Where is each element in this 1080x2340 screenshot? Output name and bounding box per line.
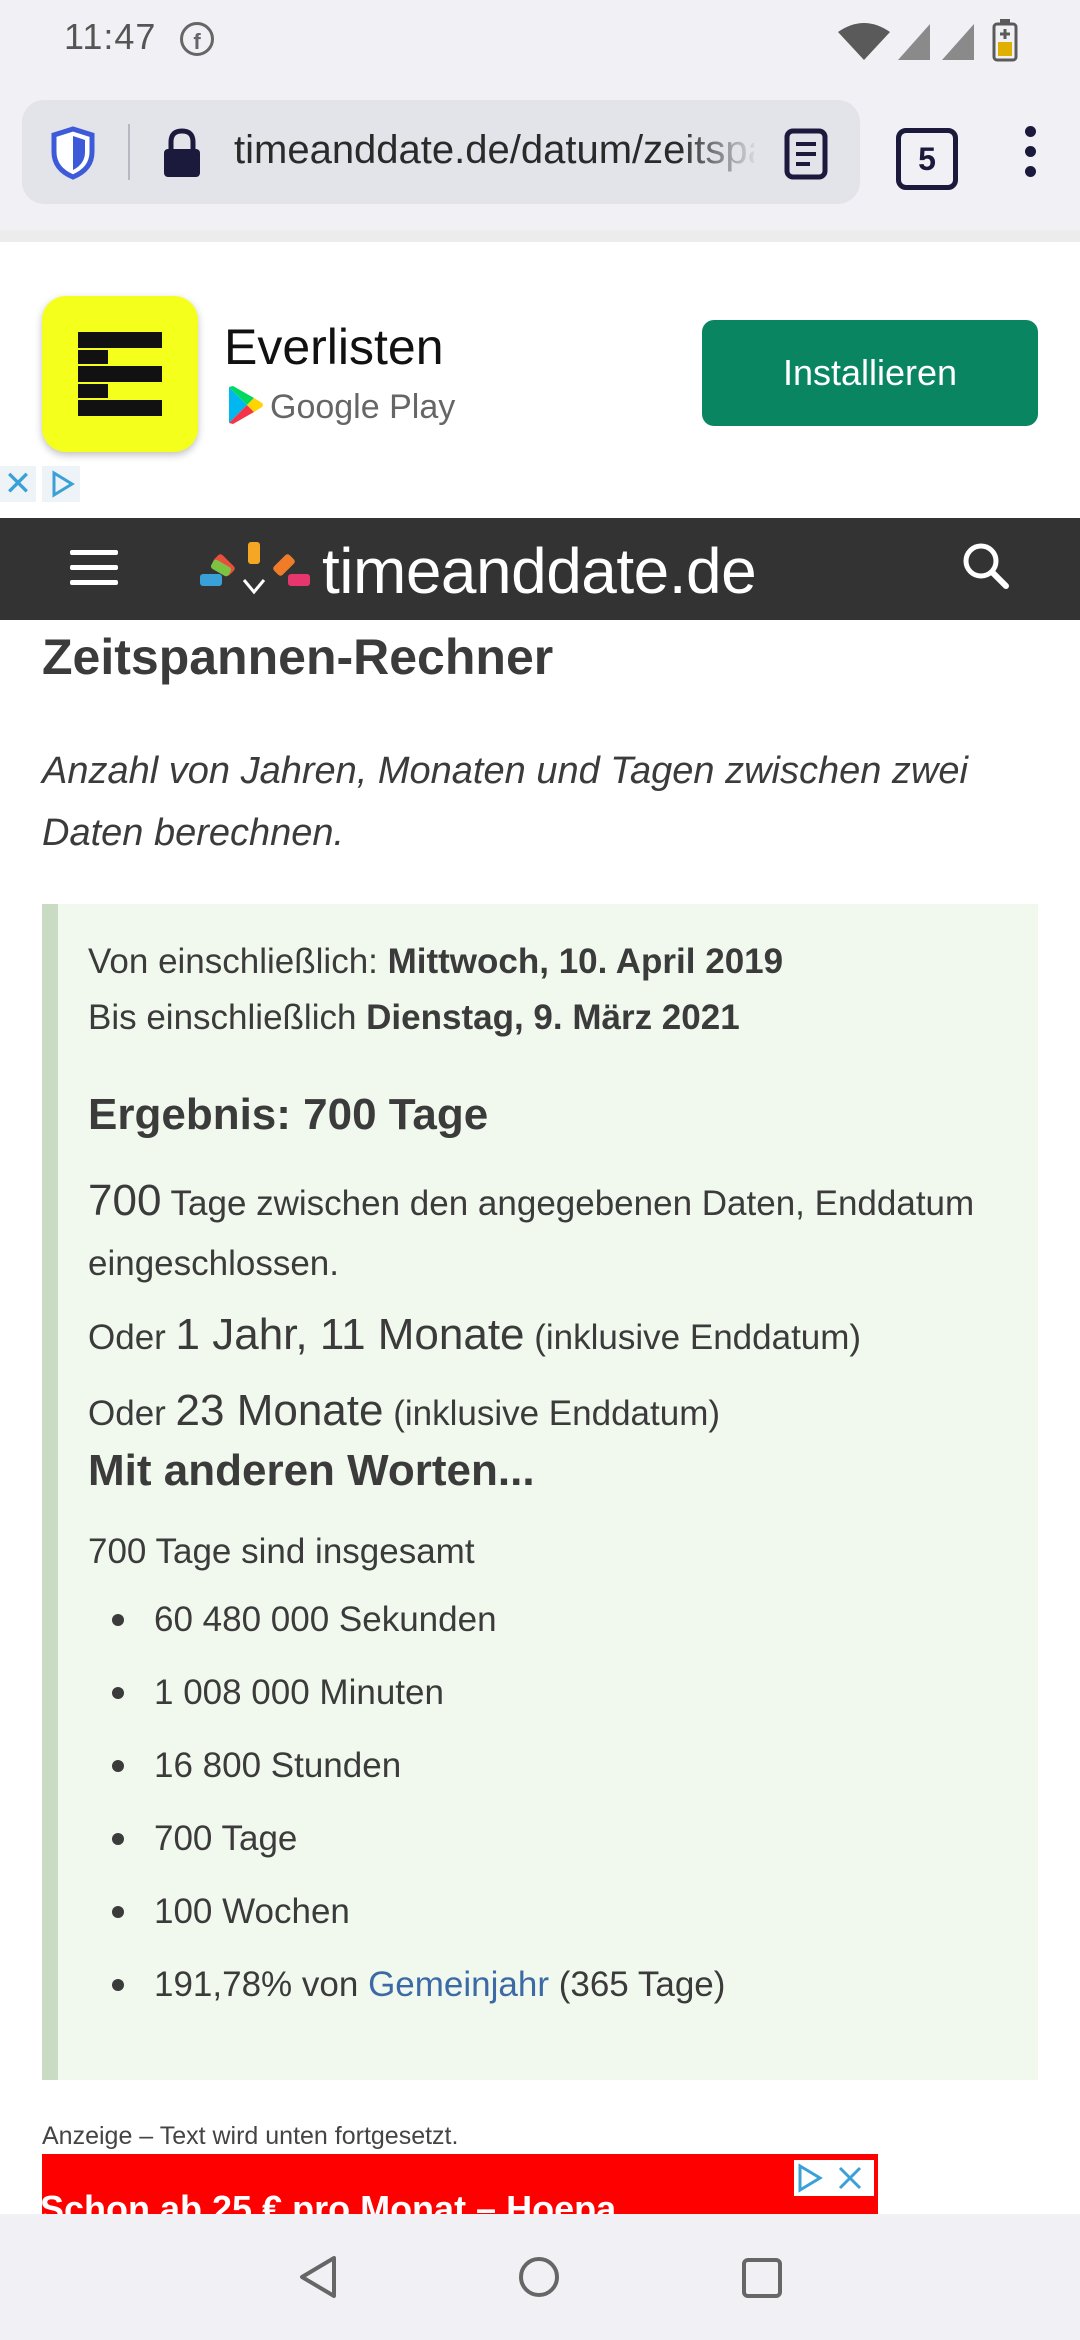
wifi-icon [838, 23, 890, 60]
site-logo[interactable]: timeanddate.de [322, 534, 757, 608]
list-item: 16 800 Stunden [154, 1746, 402, 1785]
to-date-line: Bis einschließlich Dienstag, 9. März 202… [88, 998, 740, 1037]
back-icon[interactable] [296, 2254, 342, 2300]
alt-result-2: Oder 23 Monate (inklusive Enddatum) [88, 1386, 721, 1435]
list-item: 1 008 000 Minuten [154, 1673, 444, 1712]
alt-result-1: Oder 1 Jahr, 11 Monate (inklusive Enddat… [88, 1310, 862, 1359]
from-date: Mittwoch, 10. April 2019 [387, 942, 784, 981]
gemeinjahr-link[interactable]: Gemeinjahr [368, 1965, 549, 2004]
google-play-icon [229, 386, 263, 424]
url-text[interactable]: timeanddate.de/datum/zeitspanne [234, 128, 754, 184]
bullet [112, 1687, 124, 1699]
browser-menu-icon[interactable] [1018, 126, 1042, 186]
facebook-icon: f [180, 22, 214, 56]
result-heading: Ergebnis: 700 Tage [88, 1090, 489, 1139]
app-name[interactable]: Everlisten [224, 318, 444, 376]
days-line-cont: eingeschlossen. [88, 1244, 339, 1283]
url-fade [680, 120, 760, 190]
page-title: Zeitspannen-Rechner [42, 629, 554, 685]
from-date-line: Von einschließlich: Mittwoch, 10. April … [88, 942, 784, 981]
signal-icon-2 [942, 24, 974, 60]
to-date: Dienstag, 9. März 2021 [366, 998, 740, 1037]
url-divider [128, 124, 130, 180]
list-item: 60 480 000 Sekunden [154, 1600, 497, 1639]
ad-close-icon[interactable] [794, 2160, 874, 2196]
list-item: 700 Tage [154, 1819, 298, 1858]
page-subtitle: Anzahl von Jahren, Monaten und Tagen zwi… [42, 750, 968, 854]
other-words-heading: Mit anderen Worten... [88, 1446, 535, 1495]
home-icon[interactable] [516, 2254, 562, 2300]
tab-count-button[interactable]: 5 [896, 128, 958, 190]
hamburger-menu-icon[interactable] [70, 550, 118, 586]
list-item: 191,78% von Gemeinjahr (365 Tage) [154, 1965, 726, 2004]
recents-icon[interactable] [740, 2256, 784, 2300]
days-line: 700 Tage zwischen den angegebenen Daten,… [88, 1176, 975, 1225]
battery-icon [992, 19, 1018, 62]
store-name: Google Play [270, 388, 456, 426]
bullet [112, 1614, 124, 1626]
signal-icon [898, 24, 930, 60]
install-button[interactable]: Installieren [702, 320, 1038, 426]
shield-icon[interactable] [50, 126, 96, 180]
ad-choices-icon[interactable] [42, 466, 80, 502]
total-label: 700 Tage sind insgesamt [88, 1532, 475, 1571]
bullet [112, 1760, 124, 1772]
app-icon[interactable] [42, 296, 198, 452]
toolbar-divider [0, 230, 1080, 242]
bullet [112, 1833, 124, 1845]
lock-icon [164, 128, 200, 177]
everlisten-logo-icon [78, 332, 162, 416]
ad-label: Anzeige – Text wird unten fortgesetzt. [42, 2122, 459, 2150]
search-icon[interactable] [960, 540, 1012, 592]
bullet [112, 1906, 124, 1918]
ad-close-icon[interactable]: ✕ [0, 466, 36, 502]
timeanddate-logo-icon[interactable] [196, 540, 316, 604]
status-time: 11:47 [64, 16, 157, 57]
reader-mode-icon[interactable] [784, 128, 828, 180]
bullet [112, 1979, 124, 1991]
list-item: 100 Wochen [154, 1892, 350, 1931]
